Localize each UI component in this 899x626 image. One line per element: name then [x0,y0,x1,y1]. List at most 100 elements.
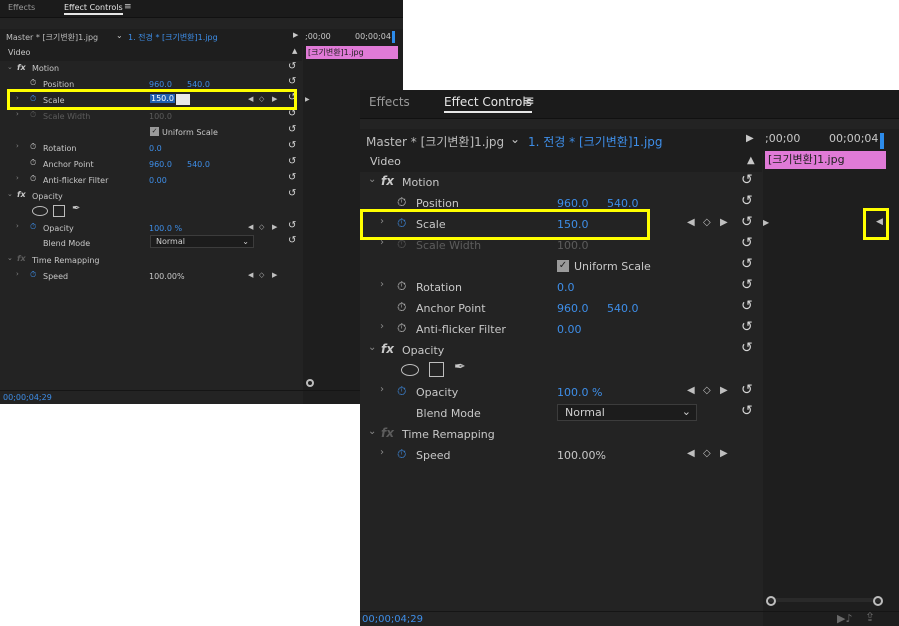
stopwatch-active-icon[interactable]: ⏱ [30,222,36,232]
add-keyframe-icon[interactable]: ◇ [703,448,711,459]
reset-motion-icon[interactable]: ↺ [288,61,296,72]
next-keyframe-icon[interactable]: ▶ [720,448,728,459]
reset-uniform-icon[interactable]: ↺ [741,256,753,272]
next-keyframe-icon[interactable]: ▶ [272,223,277,231]
reset-anchor-icon[interactable]: ↺ [288,156,296,167]
current-timecode[interactable]: 00;00;04;29 [3,393,52,402]
opacity-value[interactable]: 100.0 % [149,224,182,233]
export-icon[interactable]: ⇪ [865,610,875,624]
stopwatch-active-icon[interactable]: ⏱ [397,384,406,399]
expand-opacity-icon[interactable]: ⌄ [7,190,13,198]
prev-keyframe-icon[interactable]: ◀ [687,385,695,396]
reset-anti-flicker-icon[interactable]: ↺ [741,319,753,335]
next-keyframe-icon[interactable]: ▶ [272,271,277,279]
timeline-scrollbar[interactable] [769,598,883,602]
reset-anchor-icon[interactable]: ↺ [741,298,753,314]
tab-effect-controls[interactable]: Effect Controls [444,95,532,113]
play-audio-icon[interactable]: ▶♪ [837,612,852,625]
add-keyframe-icon[interactable]: ◇ [703,385,711,396]
play-triangle-icon[interactable]: ▶ [746,133,754,144]
panel-menu-icon[interactable]: ≡ [124,2,132,12]
stopwatch-icon[interactable]: ⏱ [30,78,36,88]
anti-flicker-value[interactable]: 0.00 [149,176,167,185]
reset-rotation-icon[interactable]: ↺ [741,277,753,293]
expand-motion-icon[interactable]: ⌄ [368,174,376,185]
add-keyframe-icon[interactable]: ◇ [259,271,264,279]
reset-opacity-icon[interactable]: ↺ [741,382,753,398]
reset-position-icon[interactable]: ↺ [288,76,296,87]
pen-mask-icon[interactable]: ✒ [72,203,80,214]
add-keyframe-icon[interactable]: ◇ [703,217,711,228]
tab-effects[interactable]: Effects [369,95,410,109]
prev-keyframe-icon[interactable]: ◀ [248,223,253,231]
reset-blend-icon[interactable]: ↺ [741,403,753,419]
play-triangle-icon[interactable]: ▶ [293,31,298,39]
stopwatch-icon[interactable]: ⏱ [30,174,36,184]
uniform-scale-checkbox[interactable]: ✓ [557,260,569,272]
rotation-value[interactable]: 0.0 [149,144,162,153]
prev-keyframe-icon[interactable]: ◀ [248,271,253,279]
expand-anti-flicker-icon[interactable]: › [380,321,384,332]
position-x-value[interactable]: 960.0 [149,80,172,89]
expand-speed-icon[interactable]: › [16,270,19,278]
anchor-y-value[interactable]: 540.0 [607,302,639,315]
reset-blend-icon[interactable]: ↺ [288,235,296,246]
stopwatch-icon[interactable]: ⏱ [30,158,36,168]
add-keyframe-icon[interactable]: ◇ [259,223,264,231]
stopwatch-icon[interactable]: ⏱ [397,195,406,210]
opacity-value[interactable]: 100.0 % [557,386,602,399]
reset-scale-width-icon[interactable]: ↺ [741,235,753,251]
stopwatch-icon[interactable]: ⏱ [397,321,406,336]
reset-opacity-section-icon[interactable]: ↺ [288,188,296,199]
reset-uniform-icon[interactable]: ↺ [288,124,296,135]
rectangle-mask-icon[interactable] [429,362,444,377]
chevron-down-icon[interactable]: ⌄ [510,132,520,146]
pen-mask-icon[interactable]: ✒ [454,359,466,375]
keyframe-nav-icon[interactable]: ▶ [763,218,769,227]
master-clip-label[interactable]: Master * [크기변환]1.jpg [366,133,504,150]
playhead[interactable] [880,133,884,149]
speed-value[interactable]: 100.00% [557,449,606,462]
expand-time-remap-icon[interactable]: ⌄ [368,426,376,437]
stopwatch-active-icon[interactable]: ⏱ [30,270,36,280]
reset-rotation-icon[interactable]: ↺ [288,140,296,151]
collapse-up-icon[interactable]: ▲ [292,47,297,55]
panel-menu-icon[interactable]: ≡ [523,93,535,109]
expand-anti-flicker-icon[interactable]: › [16,174,19,182]
current-timecode[interactable]: 00;00;04;29 [362,614,423,625]
timeline-zoom-end-handle[interactable] [873,596,883,606]
anchor-y-value[interactable]: 540.0 [187,160,210,169]
uniform-scale-checkbox[interactable]: ✓ [150,127,159,136]
ellipse-mask-icon[interactable] [401,364,419,376]
prev-keyframe-icon[interactable]: ◀ [687,448,695,459]
expand-speed-icon[interactable]: › [380,447,384,458]
position-y-value[interactable]: 540.0 [187,80,210,89]
timeline-zoom-start-handle[interactable] [766,596,776,606]
expand-rotation-icon[interactable]: › [380,279,384,290]
blend-mode-select[interactable]: Normal ⌄ [150,235,254,248]
next-keyframe-icon[interactable]: ▶ [720,217,728,228]
reset-opacity-section-icon[interactable]: ↺ [741,340,753,356]
keyframe-nav-icon[interactable]: ▶ [305,96,310,103]
expand-opacity-row-icon[interactable]: › [16,222,19,230]
reset-motion-icon[interactable]: ↺ [741,172,753,188]
expand-rotation-icon[interactable]: › [16,142,19,150]
blend-mode-select[interactable]: Normal ⌄ [557,404,697,421]
rotation-value[interactable]: 0.0 [557,281,575,294]
speed-value[interactable]: 100.00% [149,272,185,281]
stopwatch-active-icon[interactable]: ⏱ [397,447,406,462]
rectangle-mask-icon[interactable] [53,205,65,217]
reset-anti-flicker-icon[interactable]: ↺ [288,172,296,183]
stopwatch-icon[interactable]: ⏱ [30,142,36,152]
stopwatch-icon[interactable]: ⏱ [397,279,406,294]
clip-bar[interactable]: [크기변환]1.jpg [765,151,886,169]
anti-flicker-value[interactable]: 0.00 [557,323,582,336]
anchor-x-value[interactable]: 960.0 [557,302,589,315]
prev-keyframe-icon[interactable]: ◀ [687,217,695,228]
ellipse-mask-icon[interactable] [32,206,48,216]
sequence-clip-label[interactable]: 1. 전경 * [크기변환]1.jpg [528,133,663,150]
expand-opacity-icon[interactable]: ⌄ [368,342,376,353]
chevron-down-icon[interactable]: ⌄ [116,31,123,40]
reset-position-icon[interactable]: ↺ [741,193,753,209]
reset-scale-icon[interactable]: ↺ [741,214,753,230]
